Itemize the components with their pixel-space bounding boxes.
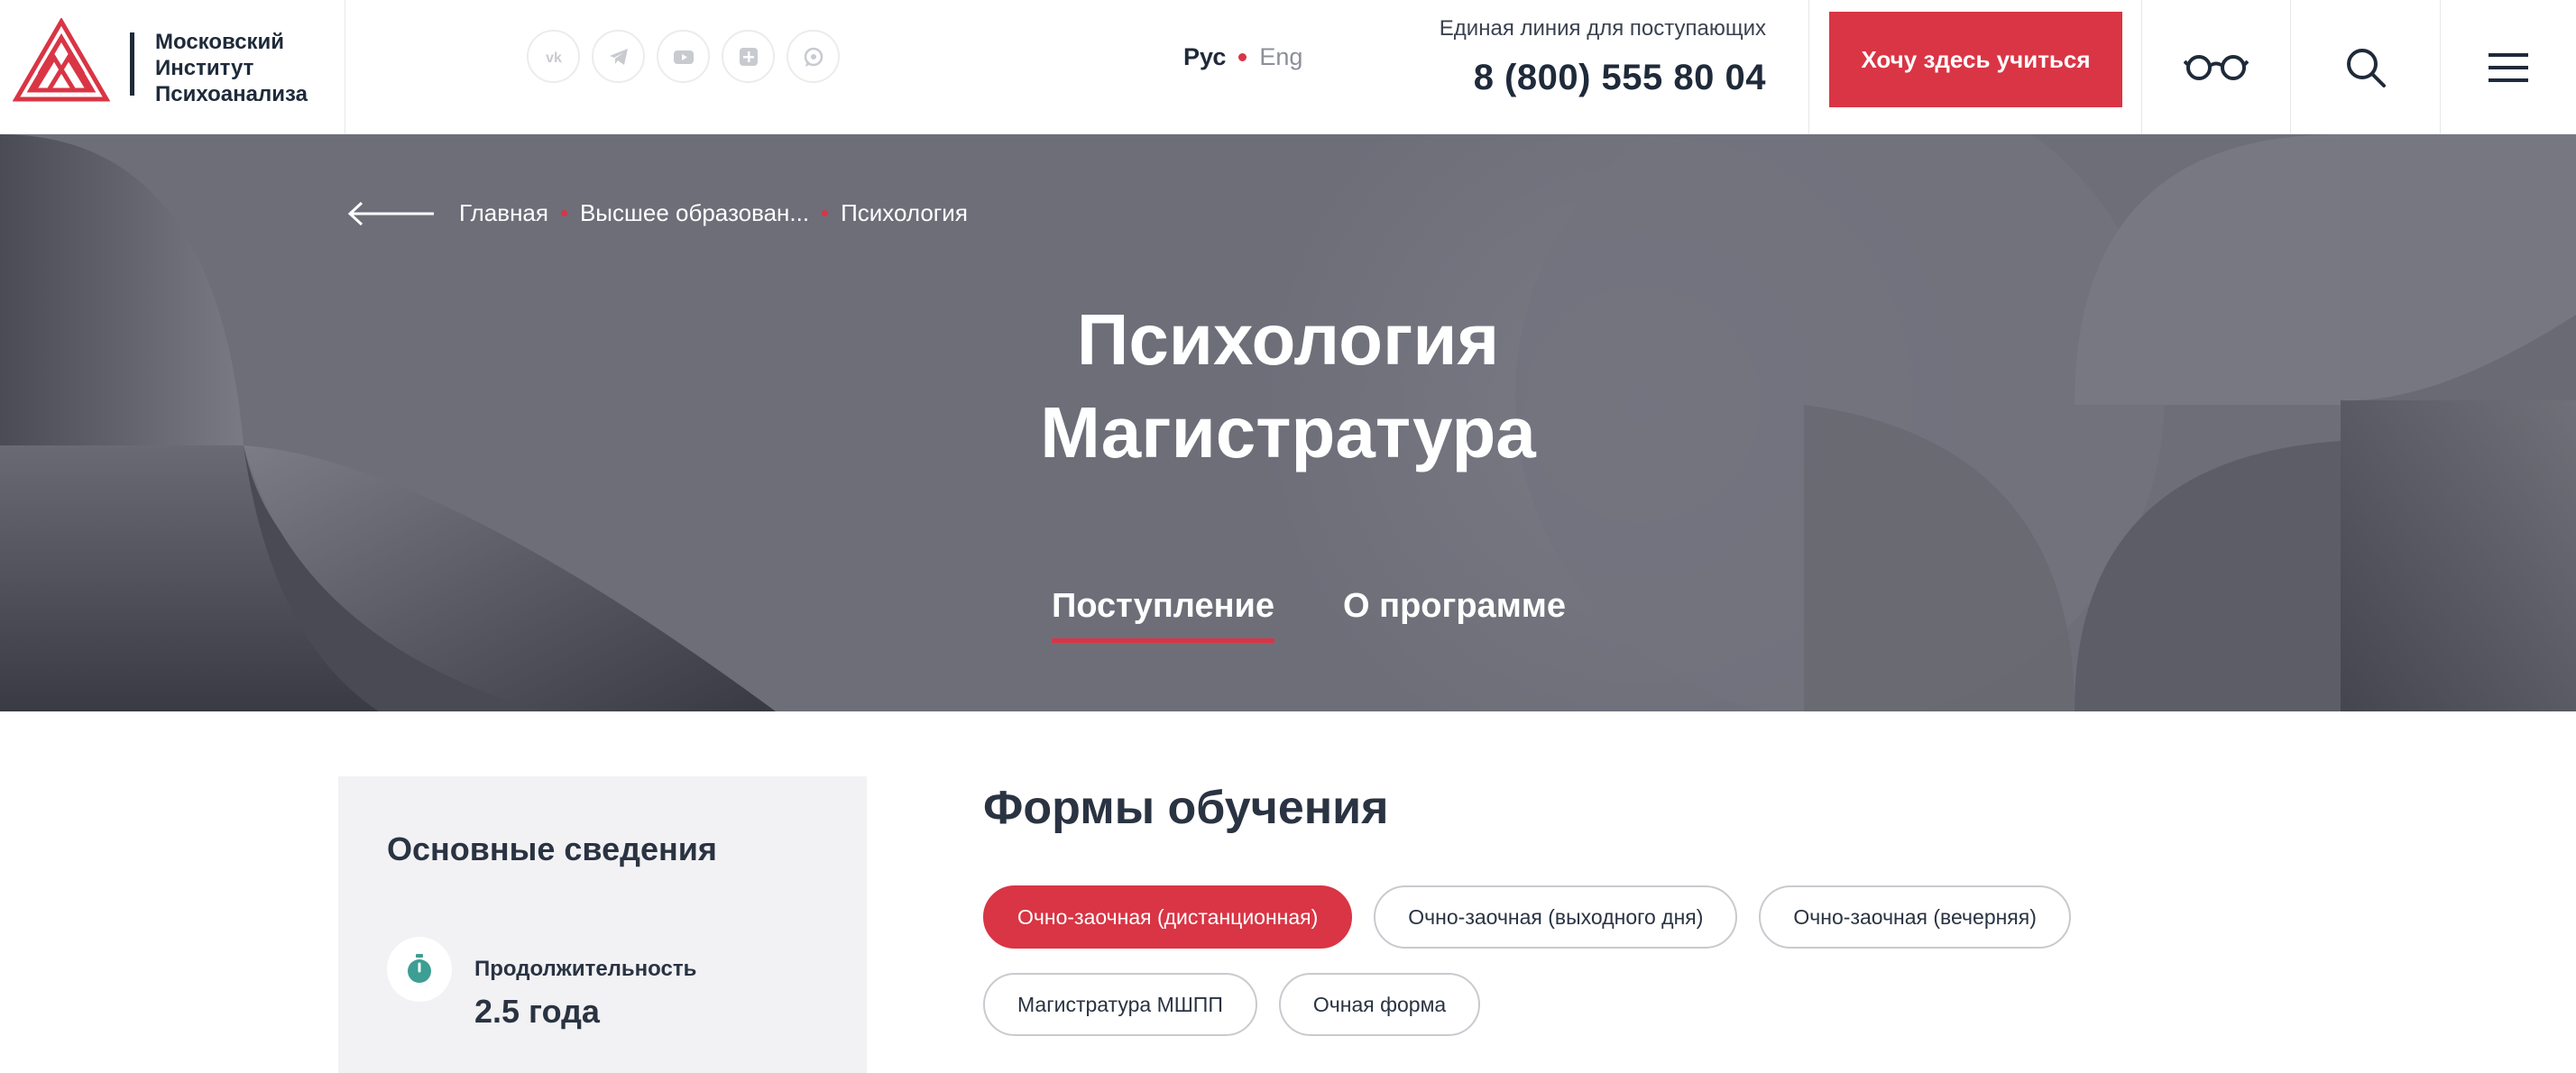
telegram-icon bbox=[609, 48, 628, 65]
study-forms-options: Очно-заочная (дистанционная) Очно-заочна… bbox=[983, 885, 2071, 1060]
study-forms-row: Очно-заочная (дистанционная) Очно-заочна… bbox=[983, 885, 2071, 949]
site-header: Московский Институт Психоанализа vk Рус … bbox=[0, 0, 2576, 134]
study-forms-title: Формы обучения bbox=[983, 782, 1389, 834]
youtube-icon bbox=[673, 50, 694, 64]
page-title-line-2: Магистратура bbox=[1040, 392, 1536, 472]
hero-section: Главная Высшее образован... Психология П… bbox=[0, 134, 2576, 711]
social-links: vk bbox=[527, 30, 840, 83]
hero-tabs: Поступление О программе bbox=[1052, 587, 1566, 643]
duration-label: Продолжительность bbox=[474, 957, 697, 981]
study-form-option-mshpp[interactable]: Магистратура МШПП bbox=[983, 973, 1257, 1036]
study-forms-row: Магистратура МШПП Очная форма bbox=[983, 973, 2065, 1036]
study-form-option-evening[interactable]: Очно-заочная (вечерняя) bbox=[1759, 885, 2071, 949]
vk-link[interactable]: vk bbox=[527, 30, 580, 83]
stopwatch-icon bbox=[408, 954, 431, 983]
whatsapp-link[interactable] bbox=[787, 30, 840, 83]
lang-ru[interactable]: Рус bbox=[1183, 43, 1226, 71]
breadcrumb-separator-dot bbox=[822, 210, 829, 216]
svg-text:vk: vk bbox=[546, 50, 562, 66]
hotline-phone[interactable]: 8 (800) 555 80 04 bbox=[1440, 58, 1766, 98]
glasses-icon bbox=[2184, 54, 2249, 80]
study-form-option-full-time[interactable]: Очная форма bbox=[1278, 973, 1481, 1036]
logo-divider bbox=[130, 32, 134, 96]
breadcrumb-home[interactable]: Главная bbox=[459, 199, 548, 227]
logo-line-3: Психоанализа bbox=[155, 82, 308, 106]
basic-info-title: Основные сведения bbox=[387, 830, 717, 867]
hotline-block: Единая линия для поступающих 8 (800) 555… bbox=[1440, 16, 1766, 98]
plus-link[interactable] bbox=[722, 30, 775, 83]
whatsapp-icon bbox=[804, 47, 823, 67]
search-button[interactable] bbox=[2291, 0, 2440, 134]
page-title: Психология Магистратура bbox=[0, 293, 2576, 479]
stopwatch-icon-wrap bbox=[387, 937, 452, 1002]
header-divider bbox=[1808, 0, 1809, 134]
study-form-option-distance[interactable]: Очно-заочная (дистанционная) bbox=[983, 885, 1353, 949]
search-icon bbox=[2346, 48, 2386, 87]
logo-triangle-icon bbox=[13, 18, 110, 102]
logo-line-2: Институт bbox=[155, 56, 254, 80]
breadcrumb-current: Психология bbox=[841, 199, 968, 226]
logo-text: Московский Институт Психоанализа bbox=[155, 29, 308, 107]
duration-value: 2.5 года bbox=[474, 993, 600, 1030]
breadcrumb-higher-education[interactable]: Высшее образован... bbox=[580, 199, 809, 227]
apply-button[interactable]: Хочу здесь учиться bbox=[1829, 12, 2122, 107]
basic-info-card: Основные сведения Продолжительность 2.5 … bbox=[338, 776, 867, 1073]
page-title-line-1: Психология bbox=[1076, 299, 1500, 380]
telegram-link[interactable] bbox=[592, 30, 645, 83]
breadcrumb-separator-dot bbox=[560, 210, 567, 216]
plus-square-icon bbox=[739, 47, 758, 66]
lang-separator-dot bbox=[1238, 53, 1247, 61]
tab-admission[interactable]: Поступление bbox=[1052, 587, 1275, 643]
institute-logo[interactable]: Московский Институт Психоанализа bbox=[13, 18, 346, 106]
breadcrumb: Главная Высшее образован... Психология bbox=[347, 199, 968, 227]
hotline-label: Единая линия для поступающих bbox=[1439, 16, 1766, 41]
accessibility-button[interactable] bbox=[2142, 0, 2290, 134]
hamburger-menu-icon bbox=[2489, 52, 2528, 82]
study-form-option-weekend[interactable]: Очно-заочная (выходного дня) bbox=[1374, 885, 1738, 949]
vk-icon: vk bbox=[546, 50, 562, 66]
tab-about-program[interactable]: О программе bbox=[1343, 587, 1566, 642]
language-switcher: Рус Eng bbox=[1183, 43, 1302, 71]
menu-button[interactable] bbox=[2441, 0, 2576, 134]
lang-en[interactable]: Eng bbox=[1259, 43, 1302, 71]
back-arrow-icon[interactable] bbox=[347, 200, 436, 227]
logo-line-1: Московский bbox=[155, 30, 285, 54]
youtube-link[interactable] bbox=[657, 30, 710, 83]
